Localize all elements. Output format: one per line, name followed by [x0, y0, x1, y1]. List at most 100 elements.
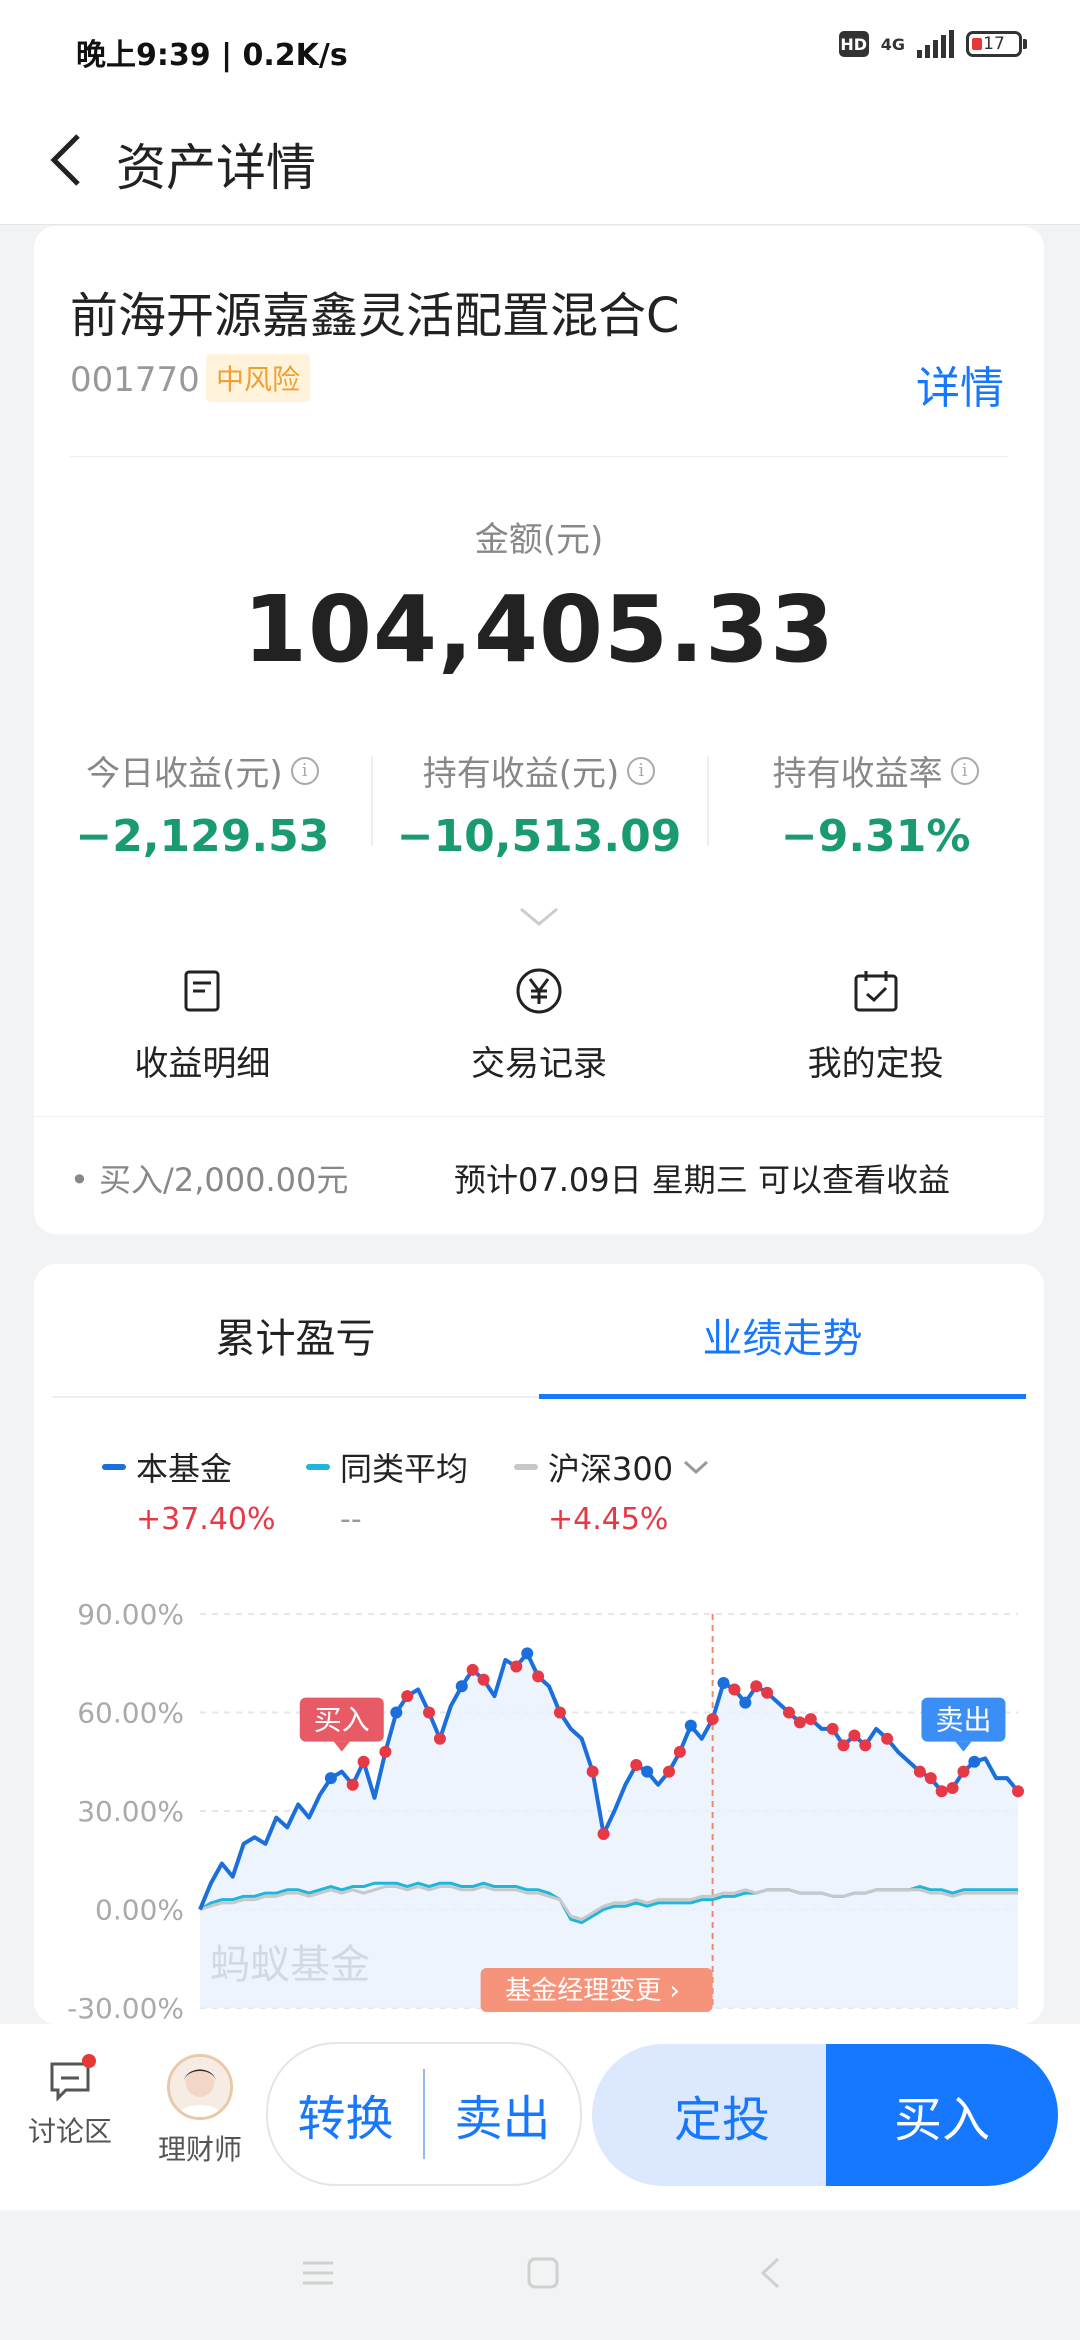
back-button[interactable]: [36, 128, 96, 192]
divider: [70, 456, 1008, 457]
fund-name: 前海开源嘉鑫灵活配置混合C: [70, 288, 680, 344]
trade-dot: [455, 1680, 468, 1693]
trade-dot: [630, 1759, 643, 1772]
sip-button[interactable]: 定投: [592, 2044, 852, 2186]
trade-dot: [848, 1729, 861, 1742]
convert-button[interactable]: 转换: [268, 2079, 423, 2149]
expand-chevron-icon[interactable]: [519, 906, 559, 932]
fund-summary-card: 前海开源嘉鑫灵活配置混合C 001770 中风险 详情 金额(元) 104,40…: [34, 226, 1044, 1234]
legend-swatch: [102, 1464, 126, 1470]
stat-label: 持有收益率: [772, 754, 943, 794]
tab-cumulative-pnl[interactable]: 累计盈亏: [52, 1264, 539, 1396]
chat-icon: [48, 2054, 96, 2102]
trade-dot: [706, 1713, 719, 1726]
trade-dot: [1012, 1785, 1024, 1798]
trade-dot: [521, 1647, 534, 1660]
info-icon[interactable]: i: [290, 756, 319, 785]
manager-change-label[interactable]: 基金经理变更 ›: [505, 1976, 680, 2006]
buy-amount: 买入/2,000.00元: [99, 1161, 349, 1199]
action-label: 交易记录: [471, 1044, 607, 1084]
legend-this-fund[interactable]: 本基金 +37.40%: [102, 1444, 276, 1537]
stat-label: 今日收益(元): [86, 754, 283, 794]
yen-circle-icon: [371, 966, 708, 1016]
trade-dot: [423, 1706, 436, 1719]
advisor-button[interactable]: 理财师: [150, 2054, 250, 2168]
legend-pct: +37.40%: [136, 1502, 276, 1537]
legend-swatch: [514, 1464, 538, 1470]
sell-button[interactable]: 卖出: [425, 2079, 580, 2149]
legend-category-avg[interactable]: 同类平均 --: [306, 1444, 468, 1537]
legend-name: 本基金: [136, 1450, 233, 1488]
chevron-left-icon: [50, 134, 80, 186]
trade-dot: [968, 1755, 981, 1768]
action-my-sip[interactable]: 我的定投: [707, 966, 1044, 1096]
amount-value: 104,405.33: [242, 576, 835, 683]
trade-dot: [924, 1772, 937, 1785]
stat-value: −10,513.09: [396, 811, 682, 862]
convert-sell-group: 转换 卖出: [266, 2042, 582, 2186]
trade-dot: [553, 1706, 566, 1719]
trade-dot: [433, 1732, 446, 1745]
fund-detail-link[interactable]: 详情: [916, 352, 1004, 416]
discuss-button[interactable]: 讨论区: [20, 2054, 120, 2150]
info-icon[interactable]: i: [627, 756, 656, 785]
trade-dot: [673, 1745, 686, 1758]
trade-dot: [750, 1680, 763, 1693]
trade-dot: [946, 1782, 959, 1795]
watermark: 蚂蚁基金: [210, 1942, 370, 1988]
fund-code: 001770: [70, 360, 200, 400]
trade-dot: [510, 1660, 523, 1673]
status-bar: 晚上9:39 | 0.2K/s HD 4G 17: [0, 0, 1080, 100]
trade-dot: [826, 1722, 839, 1735]
action-earnings-detail[interactable]: 收益明细: [34, 966, 371, 1096]
home-icon[interactable]: [526, 2256, 560, 2290]
system-nav-bar: [0, 2210, 1080, 2340]
trade-dot: [466, 1663, 479, 1676]
chart-tabs: 累计盈亏 业绩走势: [52, 1264, 1026, 1399]
trade-dot: [717, 1676, 730, 1689]
trade-dot: [739, 1696, 752, 1709]
trade-dot: [859, 1739, 872, 1752]
battery-icon: 17: [966, 31, 1027, 57]
performance-chart[interactable]: 90.00% 60.00% 30.00% 0.00% -30.00% 蚂蚁基金 买入 卖出基金…: [34, 1594, 1044, 2024]
signal-icon: [917, 30, 954, 58]
page-title: 资产详情: [116, 139, 316, 197]
back-nav-icon[interactable]: [758, 2256, 782, 2290]
discuss-label: 讨论区: [27, 2115, 112, 2148]
y-tick-label: 0.00%: [95, 1894, 184, 1927]
stat-today[interactable]: 今日收益(元) i −2,129.53: [34, 746, 371, 866]
y-tick-label: 90.00%: [77, 1598, 184, 1631]
y-tick-label: -30.00%: [67, 1992, 184, 2024]
stat-value: −2,129.53: [75, 811, 330, 862]
stat-holding[interactable]: 持有收益(元) i −10,513.09: [370, 746, 708, 866]
legend-name: 同类平均: [340, 1450, 469, 1488]
sell-tag-pointer: [955, 1741, 972, 1752]
legend-csi300[interactable]: 沪深300 +4.45%: [514, 1444, 709, 1537]
legend-name: 沪深300: [548, 1450, 674, 1488]
trade-dot: [379, 1745, 392, 1758]
buy-button[interactable]: 买入: [826, 2044, 1058, 2186]
avatar: [167, 2054, 233, 2120]
advisor-label: 理财师: [157, 2133, 242, 2166]
calendar-check-icon: [707, 966, 1044, 1016]
pending-buy-row[interactable]: • 买入/2,000.00元 预计07.09日 星期三 可以查看收益: [34, 1116, 1044, 1235]
trade-dot: [324, 1772, 337, 1785]
status-time: 晚上9:39 | 0.2K/s: [76, 38, 348, 73]
stat-rate[interactable]: 持有收益率 i −9.31%: [707, 746, 1044, 866]
document-icon: [34, 966, 371, 1016]
menu-icon[interactable]: [300, 2258, 336, 2288]
stat-label: 持有收益(元): [422, 754, 620, 794]
trade-dot: [913, 1765, 926, 1778]
action-transactions[interactable]: 交易记录: [371, 966, 708, 1096]
trade-dot: [532, 1670, 545, 1683]
trade-dot: [793, 1716, 806, 1729]
tab-performance[interactable]: 业绩走势: [539, 1264, 1026, 1399]
info-icon[interactable]: i: [950, 756, 979, 785]
chevron-down-icon: [684, 1460, 709, 1475]
trade-dot: [662, 1765, 675, 1778]
trade-dot: [881, 1732, 894, 1745]
action-label: 我的定投: [807, 1044, 944, 1084]
amount-label: 金额(元): [474, 520, 604, 560]
trade-dot: [837, 1739, 850, 1752]
bottom-action-bar: 讨论区 理财师 转换 卖出 定投 买入: [0, 2024, 1080, 2210]
